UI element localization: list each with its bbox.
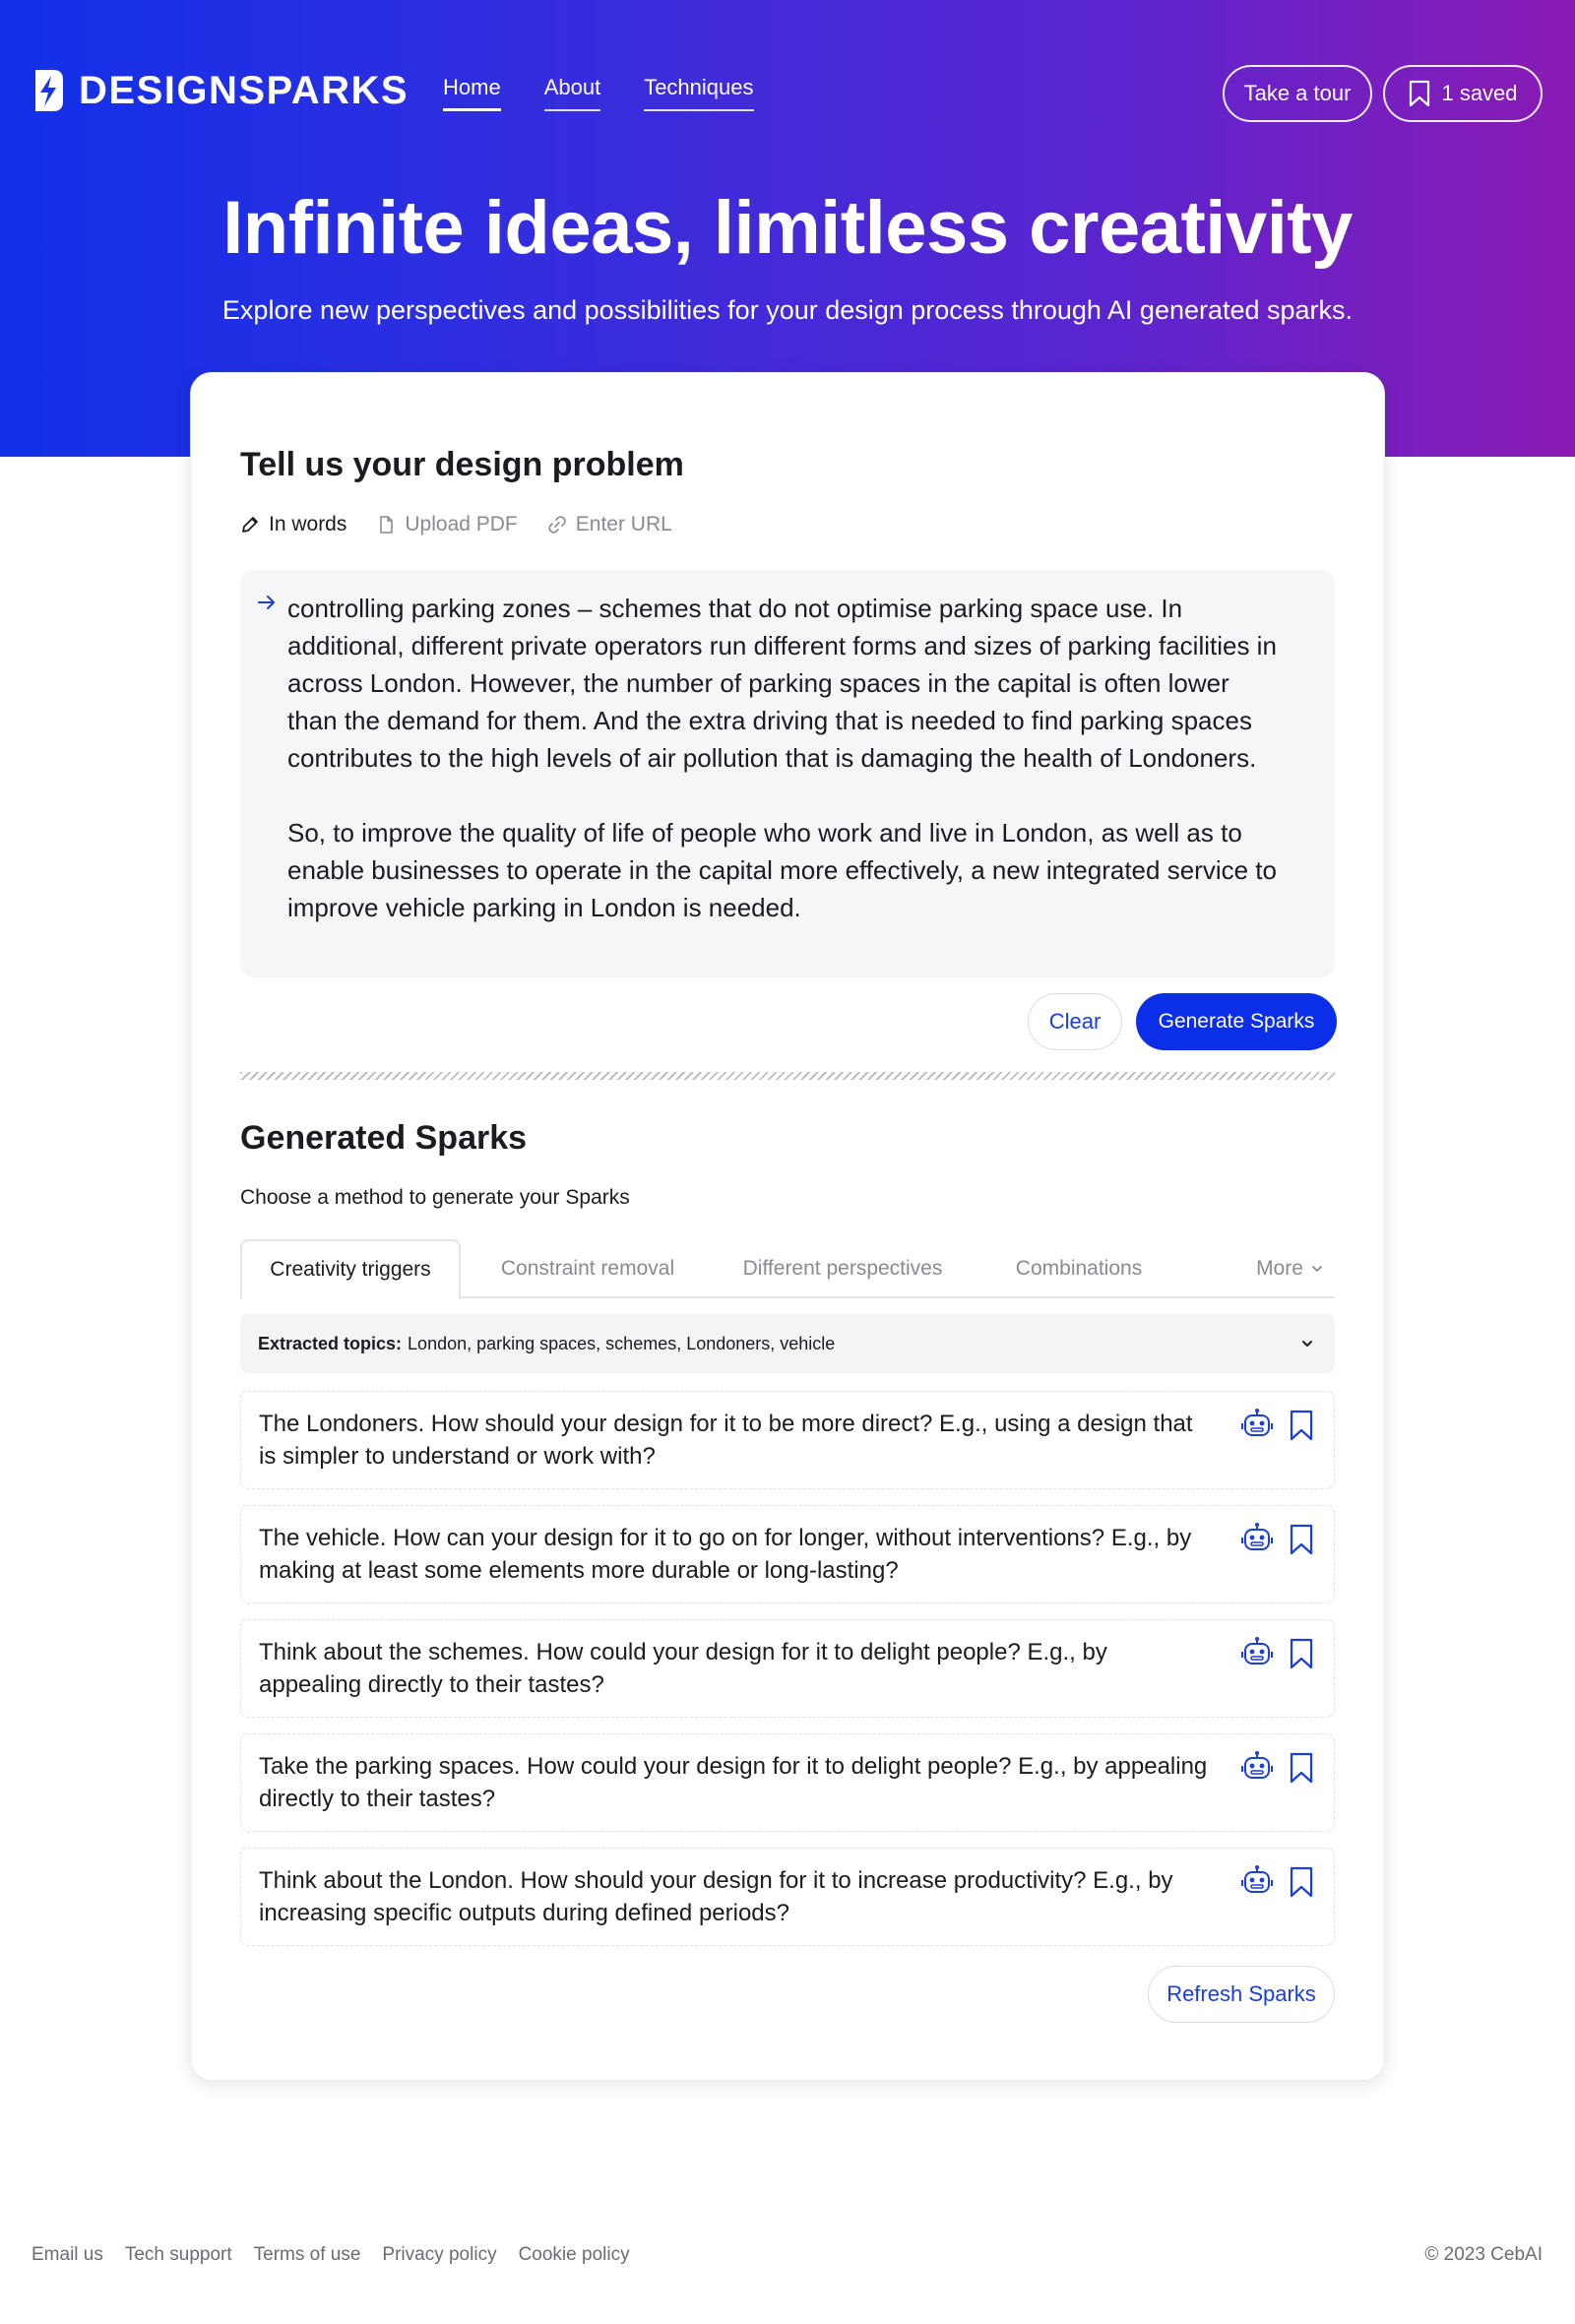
input-mode-selector: In words Upload PDF Enter URL [240,513,672,536]
hero-title: Infinite ideas, limitless creativity [222,186,1353,270]
mode-enter-url[interactable]: Enter URL [547,513,672,536]
bookmark-icon[interactable] [1288,1410,1315,1441]
robot-icon[interactable] [1240,1864,1274,1898]
footer-link-email[interactable]: Email us [32,2244,103,2266]
mode-upload-pdf[interactable]: Upload PDF [376,513,518,536]
spark-item: Think about the schemes. How could your … [240,1619,1335,1718]
footer-link-privacy[interactable]: Privacy policy [382,2244,496,2266]
tab-different-perspectives[interactable]: Different perspectives [715,1239,971,1298]
extracted-topics-value: London, parking spaces, schemes, Londone… [408,1333,836,1353]
nav-home[interactable]: Home [443,75,501,111]
link-icon [548,516,566,534]
saved-count-label: 1 saved [1441,81,1518,105]
brand-logo[interactable]: DESIGNSPARKS [32,67,409,114]
spark-text: Think about the schemes. How could your … [259,1639,1107,1698]
footer-link-cookie[interactable]: Cookie policy [519,2244,630,2266]
spark-text: The vehicle. How can your design for it … [259,1525,1192,1584]
bookmark-icon[interactable] [1288,1524,1315,1555]
footer-link-tech-support[interactable]: Tech support [125,2244,232,2266]
spark-item: The vehicle. How can your design for it … [240,1505,1335,1603]
tab-combinations[interactable]: Combinations [990,1239,1167,1298]
problem-textarea[interactable]: controlling parking zones – schemes that… [240,570,1335,977]
refresh-sparks-button[interactable]: Refresh Sparks [1148,1966,1335,2023]
spark-text: Take the parking spaces. How could your … [259,1753,1208,1812]
robot-icon[interactable] [1240,1750,1274,1784]
take-a-tour-label: Take a tour [1243,81,1352,105]
chevron-down-icon [1302,1341,1312,1347]
extracted-topics-bar[interactable]: Extracted topics: London, parking spaces… [240,1314,1335,1373]
spark-item: Think about the London. How should your … [240,1848,1335,1946]
spark-item: The Londoners. How should your design fo… [240,1391,1335,1489]
tab-creativity-triggers[interactable]: Creativity triggers [240,1239,461,1300]
footer-link-terms[interactable]: Terms of use [254,2244,361,2266]
robot-icon[interactable] [1240,1636,1274,1669]
extracted-topics-label: Extracted topics: [258,1333,403,1353]
pencil-icon [242,517,258,533]
method-tabs: Creativity triggers Constraint removal D… [240,1239,1335,1300]
problem-text: controlling parking zones – schemes that… [287,594,1277,922]
clear-button[interactable]: Clear [1028,993,1122,1050]
tab-constraint-removal[interactable]: Constraint removal [480,1239,695,1298]
choose-method-text: Choose a method to generate your Sparks [240,1186,630,1209]
generate-sparks-button[interactable]: Generate Sparks [1136,993,1337,1050]
mode-enter-url-label: Enter URL [575,513,672,535]
bookmark-icon[interactable] [1288,1752,1315,1784]
mode-upload-pdf-label: Upload PDF [405,513,518,535]
footer-links: Email us Tech support Terms of use Priva… [32,2244,630,2266]
main-nav: Home About Techniques [443,75,754,111]
bookmark-icon [1410,80,1430,107]
copyright-text: © 2023 CebAI [1424,2244,1543,2265]
spark-item: Take the parking spaces. How could your … [240,1733,1335,1832]
robot-icon[interactable] [1240,1408,1274,1441]
mode-in-words[interactable]: In words [240,513,346,536]
tab-more-label: More [1256,1257,1303,1280]
nav-about[interactable]: About [543,75,601,111]
arrow-right-icon [258,596,275,609]
main-card: Tell us your design problem In words Upl… [190,372,1385,2081]
robot-icon[interactable] [1240,1522,1274,1555]
mode-in-words-label: In words [269,513,347,535]
chevron-down-icon [1312,1266,1322,1272]
top-navigation-bar: DESIGNSPARKS Home About Techniques Take … [0,0,1575,183]
brand-name: DESIGNSPARKS [79,68,410,112]
bookmark-icon[interactable] [1288,1638,1315,1669]
hero-subtitle: Explore new perspectives and possibiliti… [221,295,1354,325]
saved-items-button[interactable]: 1 saved [1383,65,1543,122]
problem-title: Tell us your design problem [240,446,684,483]
nav-techniques[interactable]: Techniques [644,75,754,111]
section-divider [240,1072,1335,1080]
lightning-logo-icon [35,70,63,111]
bookmark-icon[interactable] [1288,1866,1315,1898]
generated-sparks-title: Generated Sparks [240,1119,528,1157]
document-icon [380,516,394,534]
spark-text: The Londoners. How should your design fo… [259,1411,1193,1470]
tab-more-dropdown[interactable]: More [1244,1239,1335,1298]
take-a-tour-button[interactable]: Take a tour [1223,65,1372,122]
spark-text: Think about the London. How should your … [259,1867,1173,1926]
